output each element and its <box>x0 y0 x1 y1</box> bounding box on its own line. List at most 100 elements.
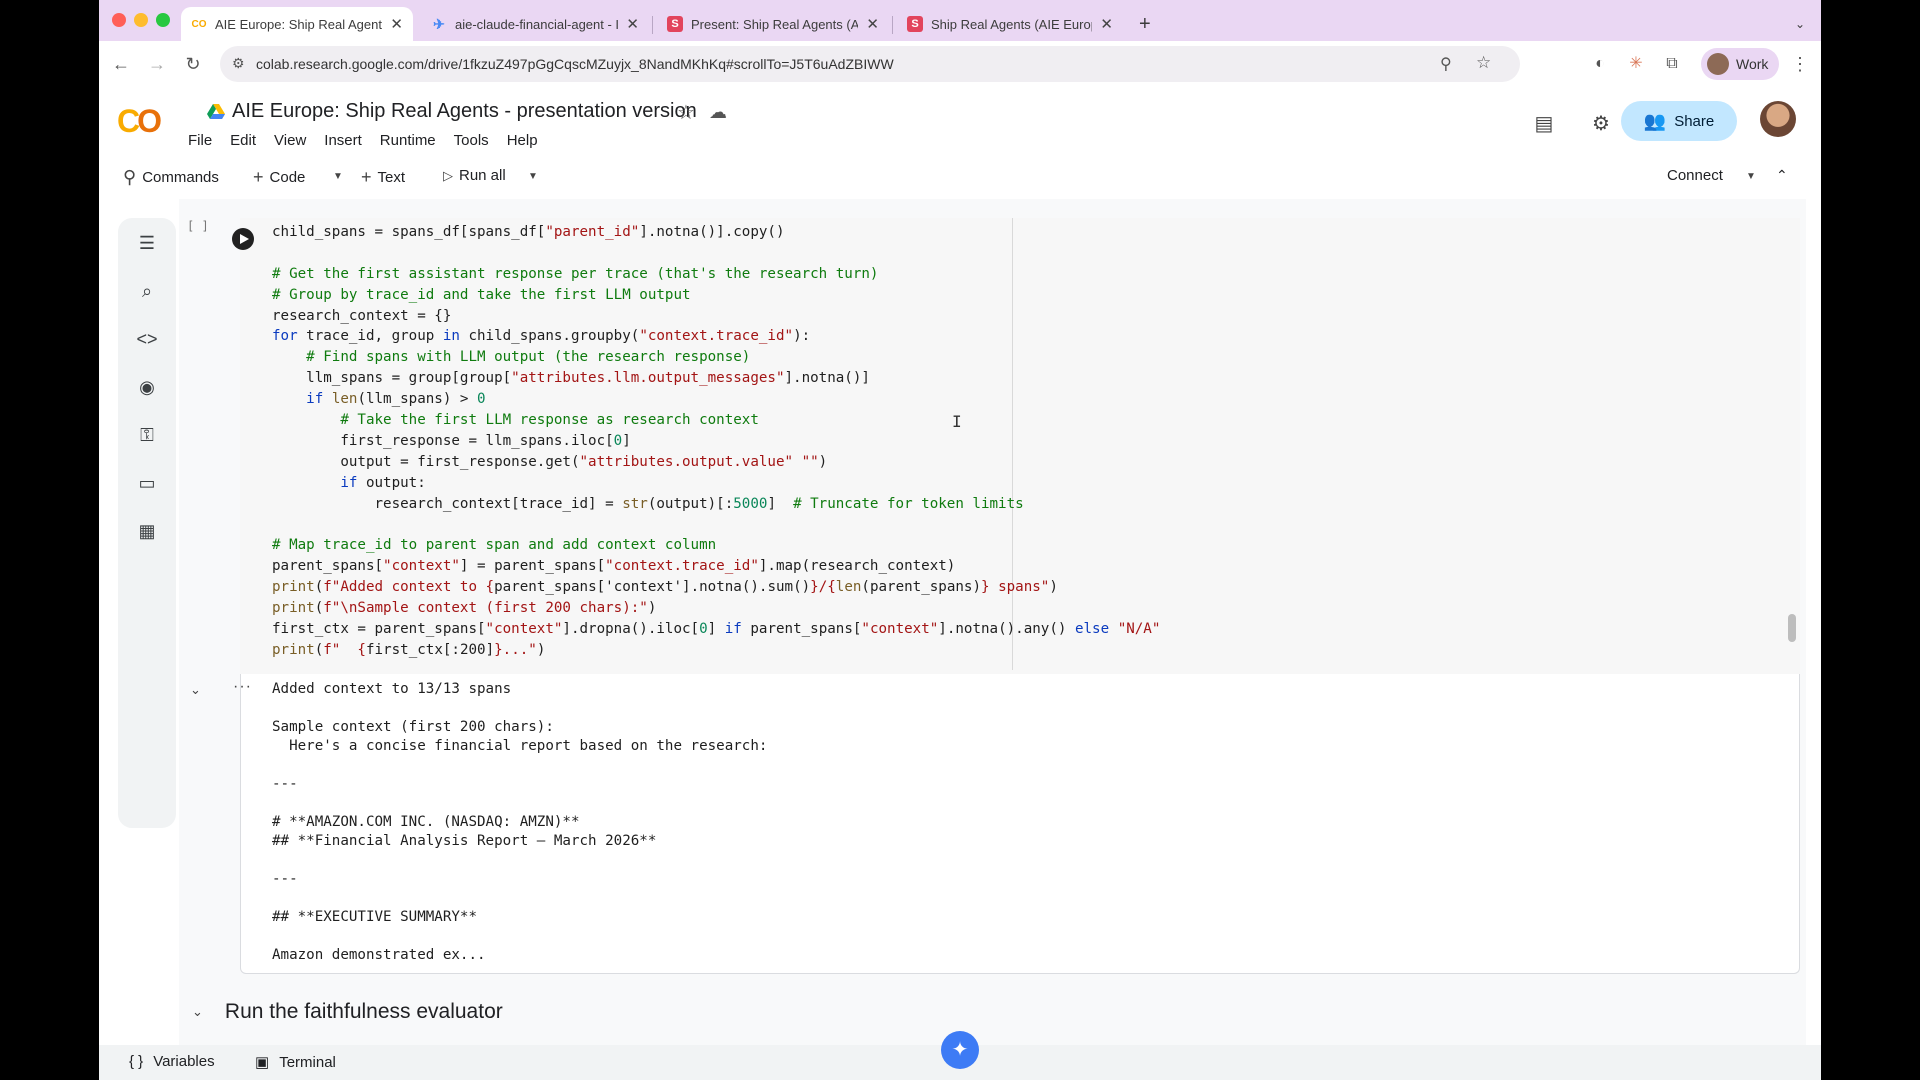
play-icon: ▷ <box>443 167 453 183</box>
code-line[interactable]: research_context = {} <box>272 306 1160 327</box>
run-cell-button[interactable] <box>232 228 254 250</box>
files-folder-icon[interactable]: ▭ <box>134 470 160 496</box>
add-text-button[interactable]: + Text <box>361 167 405 188</box>
back-icon[interactable]: ← <box>108 51 134 77</box>
code-line[interactable]: # Map trace_id to parent span and add co… <box>272 535 1160 556</box>
close-tab-icon[interactable]: ✕ <box>626 15 639 33</box>
code-line[interactable] <box>272 514 1160 535</box>
code-line[interactable]: if output: <box>272 473 1160 494</box>
browser-tab[interactable]: S Ship Real Agents (AIE Europe ✕ <box>897 7 1123 41</box>
terminal-label: Terminal <box>279 1053 336 1071</box>
output-actions-icon[interactable]: ··· <box>233 678 252 696</box>
variables-button[interactable]: { } Variables <box>129 1053 215 1070</box>
user-avatar[interactable] <box>1760 101 1796 137</box>
url-text[interactable]: colab.research.google.com/drive/1fkzuZ49… <box>256 56 894 72</box>
secrets-key-icon[interactable]: ⚿ <box>134 422 160 448</box>
minimize-window-button[interactable] <box>134 13 148 27</box>
code-line[interactable]: print(f"\nSample context (first 200 char… <box>272 598 1160 619</box>
code-line[interactable]: llm_spans = group[group["attributes.llm.… <box>272 368 1160 389</box>
section-header[interactable]: ⌄ Run the faithfulness evaluator <box>192 1000 503 1024</box>
code-line[interactable]: research_context[trace_id] = str(output)… <box>272 494 1160 515</box>
code-dropdown-icon[interactable]: ▼ <box>333 171 343 182</box>
close-window-button[interactable] <box>112 13 126 27</box>
connect-button[interactable]: Connect <box>1667 167 1723 184</box>
bookmark-star-icon[interactable]: ☆ <box>1476 53 1491 73</box>
code-line[interactable]: # Get the first assistant response per t… <box>272 264 1160 285</box>
cloud-icon[interactable]: ☁ <box>709 102 727 123</box>
menu-insert[interactable]: Insert <box>315 132 371 149</box>
browser-menu-icon[interactable]: ⋮ <box>1787 51 1813 77</box>
chevron-down-icon[interactable]: ⌄ <box>192 1004 203 1020</box>
notebook-title-text[interactable]: AIE Europe: Ship Real Agents - presentat… <box>232 100 697 123</box>
menu-edit[interactable]: Edit <box>221 132 265 149</box>
new-tab-button[interactable]: + <box>1131 7 1165 41</box>
code-line[interactable]: # Take the first LLM response as researc… <box>272 410 1160 431</box>
code-line[interactable]: if len(llm_spans) > 0 <box>272 389 1160 410</box>
code-line[interactable]: parent_spans["context"] = parent_spans["… <box>272 556 1160 577</box>
output-line: Amazon demonstrated ex... <box>272 947 486 963</box>
collapse-output-icon[interactable]: ⌄ <box>190 682 201 698</box>
extension-icon[interactable]: ◐ <box>1587 51 1613 77</box>
run-all-button[interactable]: ▷ Run all <box>443 167 506 184</box>
settings-gear-icon[interactable]: ⚙ <box>1586 109 1616 139</box>
code-line[interactable]: # Find spans with LLM output (the resear… <box>272 347 1160 368</box>
code-line[interactable]: print(f" {first_ctx[:200]}...") <box>272 640 1160 661</box>
zoom-icon[interactable]: ⚲ <box>1440 54 1452 74</box>
claude-extension-icon[interactable]: ✳ <box>1623 51 1649 77</box>
gemini-sparkle-icon[interactable]: ✦ <box>941 1031 979 1069</box>
colab-header: CO AIE Europe: Ship Real Agents - presen… <box>99 87 1821 159</box>
browser-tab[interactable]: S Present: Ship Real Agents (A ✕ <box>657 7 889 41</box>
data-table-icon[interactable]: ▦ <box>134 518 160 544</box>
menu-file[interactable]: File <box>179 132 221 149</box>
extensions-puzzle-icon[interactable]: ⧉ <box>1659 51 1685 77</box>
find-replace-icon[interactable]: ⌕ <box>134 278 160 304</box>
notebook-title[interactable]: AIE Europe: Ship Real Agents - presentat… <box>207 100 697 123</box>
menu-view[interactable]: View <box>265 132 315 149</box>
site-info-icon[interactable]: ⚙ <box>232 55 245 72</box>
menu-runtime[interactable]: Runtime <box>371 132 445 149</box>
code-line[interactable] <box>272 243 1160 264</box>
code-line[interactable]: child_spans = spans_df[spans_df["parent_… <box>272 222 1160 243</box>
table-of-contents-icon[interactable]: ☰ <box>134 230 160 256</box>
notebook-toolbar: ⚲ Commands + Code ▼ + Text ▷ Run all ▼ C… <box>99 159 1821 199</box>
scrollbar-thumb[interactable] <box>1788 614 1796 642</box>
maximize-window-button[interactable] <box>156 13 170 27</box>
share-button[interactable]: 👥 Share <box>1621 101 1737 141</box>
reload-icon[interactable]: ↻ <box>180 51 206 77</box>
commands-button[interactable]: ⚲ Commands <box>123 167 219 188</box>
collapse-header-icon[interactable]: ⌃ <box>1776 167 1788 184</box>
star-icon[interactable]: ☆ <box>677 100 695 125</box>
close-tab-icon[interactable]: ✕ <box>1100 15 1113 33</box>
run-all-dropdown-icon[interactable]: ▼ <box>528 171 538 182</box>
terminal-button[interactable]: ▣ Terminal <box>255 1053 336 1072</box>
code-line[interactable]: # Group by trace_id and take the first L… <box>272 285 1160 306</box>
code-line[interactable]: for trace_id, group in child_spans.group… <box>272 326 1160 347</box>
menu-tools[interactable]: Tools <box>445 132 498 149</box>
code-line[interactable]: print(f"Added context to {parent_spans['… <box>272 577 1160 598</box>
left-sidebar: ☰ ⌕ <> ◉ ⚿ ▭ ▦ <box>118 218 176 828</box>
browser-tab[interactable]: ✈ aie-claude-financial-agent - I ✕ <box>421 7 649 41</box>
code-editor[interactable]: child_spans = spans_df[spans_df["parent_… <box>272 222 1160 661</box>
code-line[interactable]: first_ctx = parent_spans["context"].drop… <box>272 619 1160 640</box>
profile-button[interactable]: Work <box>1701 48 1779 80</box>
variable-inspector-icon[interactable]: ◉ <box>134 374 160 400</box>
add-code-button[interactable]: + Code <box>253 167 305 188</box>
output-line: Sample context (first 200 chars): <box>272 719 554 735</box>
menu-help[interactable]: Help <box>498 132 547 149</box>
code-line[interactable]: first_response = llm_spans.iloc[0] <box>272 431 1160 452</box>
colab-logo[interactable]: CO <box>117 103 162 140</box>
browser-tab[interactable]: CO AIE Europe: Ship Real Agents ✕ <box>181 7 413 41</box>
share-label: Share <box>1674 112 1715 130</box>
close-tab-icon[interactable]: ✕ <box>390 15 403 33</box>
connect-dropdown-icon[interactable]: ▼ <box>1746 171 1756 182</box>
address-bar[interactable]: ⚙ colab.research.google.com/drive/1fkzuZ… <box>220 46 1520 82</box>
code-line[interactable]: output = first_response.get("attributes.… <box>272 452 1160 473</box>
people-icon: 👥 <box>1643 110 1667 131</box>
close-tab-icon[interactable]: ✕ <box>866 15 879 33</box>
forward-icon[interactable]: → <box>144 51 170 77</box>
comments-icon[interactable]: ▤ <box>1529 109 1559 139</box>
code-snippets-icon[interactable]: <> <box>134 326 160 352</box>
tab-search-icon[interactable]: ⌄ <box>1787 7 1817 41</box>
drive-favicon-icon: ✈ <box>433 15 445 32</box>
